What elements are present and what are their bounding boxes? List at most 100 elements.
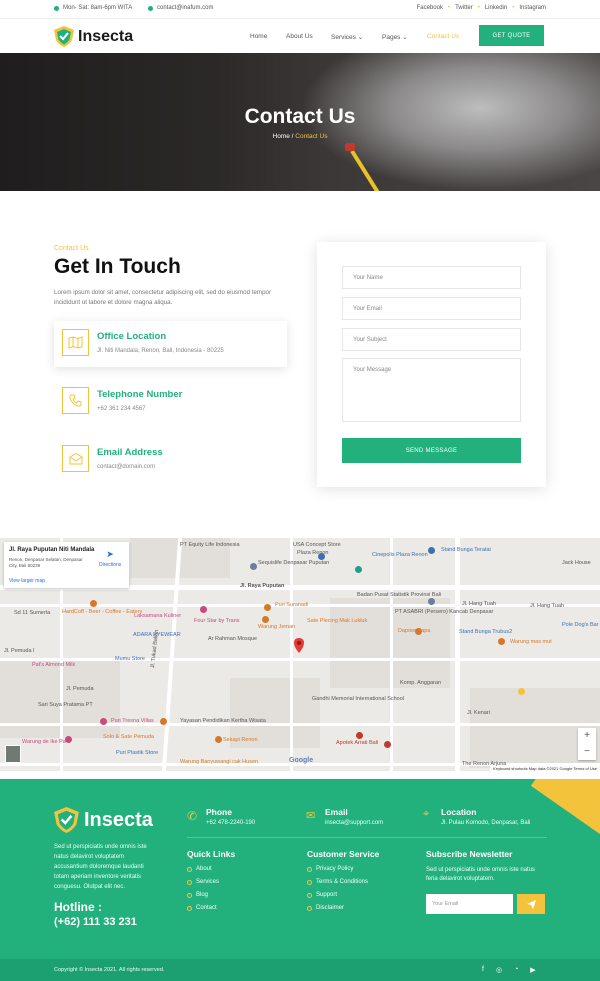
facebook-icon[interactable]: f	[482, 966, 484, 974]
hero-banner: Contact Us Home / Contact Us	[0, 53, 600, 191]
whatsapp-icon[interactable]: ◔	[514, 966, 518, 974]
map-label: Jl. Hang Tuah	[462, 601, 496, 607]
circle-bullet-icon	[307, 879, 312, 885]
zoom-in-button[interactable]: +	[578, 728, 596, 744]
privacy-policy-link[interactable]: Privacy Policy	[307, 866, 379, 872]
place-icon[interactable]	[100, 718, 107, 725]
footer-location-title: Location	[441, 807, 477, 817]
map-label: Jl. Kenari	[467, 710, 490, 716]
place-icon[interactable]	[498, 638, 505, 645]
quick-link-blog[interactable]: Blog	[187, 892, 235, 898]
circle-bullet-icon	[187, 892, 192, 898]
place-icon[interactable]	[262, 616, 269, 623]
logo[interactable]: Insecta	[54, 26, 133, 47]
zoom-out-button[interactable]: −	[578, 744, 596, 760]
disclaimer-link[interactable]: Disclaimer	[307, 905, 379, 911]
map-place-address: Renon, Denpasar Selatan, Denpasar City, …	[9, 557, 83, 568]
place-icon[interactable]	[215, 736, 222, 743]
facebook-link[interactable]: Facebook	[417, 5, 443, 11]
office-address: Jl. Niti Mandala, Renon, Bali, Indonesia…	[97, 348, 224, 354]
nav-home[interactable]: Home	[250, 33, 267, 40]
place-icon[interactable]	[264, 604, 271, 611]
place-icon[interactable]	[200, 606, 207, 613]
newsletter: Subscribe Newsletter Sed ut perspiciatis…	[426, 849, 546, 884]
nav-contact[interactable]: Contact Us	[427, 33, 459, 40]
email-input[interactable]: Your Email	[342, 297, 521, 320]
place-icon[interactable]	[415, 628, 422, 635]
place-icon[interactable]	[65, 736, 72, 743]
map-label: Mumu Store	[115, 656, 145, 662]
footer-email-address[interactable]: insecta@support.com	[325, 820, 383, 826]
place-icon[interactable]	[318, 553, 325, 560]
subject-input[interactable]: Your Subject	[342, 328, 521, 351]
location-marker-icon[interactable]	[294, 638, 304, 653]
quick-link-contact[interactable]: Contact	[187, 905, 235, 911]
circle-bullet-icon	[187, 879, 192, 885]
map-label: Komp. Anggaran	[400, 680, 441, 686]
get-quote-button[interactable]: GET QUOTE	[479, 25, 544, 46]
youtube-icon[interactable]: ▶	[530, 966, 535, 974]
footer-phone-number[interactable]: +62 478-2240-190	[206, 820, 255, 826]
place-icon[interactable]	[356, 732, 363, 739]
footer-social-icons: f ◎ ◔ ▶	[482, 966, 536, 974]
social-links: Facebook • Twitter • Linkedin • Instagram	[416, 5, 546, 11]
directions-icon[interactable]: ➤	[104, 548, 116, 560]
footer-logo[interactable]: Insecta	[54, 807, 153, 833]
send-message-button[interactable]: SEND MESSAGE	[342, 438, 521, 463]
google-map[interactable]: PT Equity Life Indonesia USA Concept Sto…	[0, 538, 600, 771]
telephone-card: Telephone Number +62 361 234 4567	[54, 379, 287, 425]
map-label: Stand Bunga Trubus2	[459, 629, 513, 635]
place-icon[interactable]	[250, 563, 257, 570]
instagram-link[interactable]: Instagram	[519, 5, 546, 11]
office-location-card: Office Location Jl. Niti Mandala, Renon,…	[54, 321, 287, 367]
hotline-number[interactable]: (+62) 111 33 231	[54, 916, 137, 928]
email-info[interactable]: contact@inafum.com	[148, 5, 213, 11]
telephone-number[interactable]: +62 361 234 4567	[97, 406, 146, 412]
newsletter-submit-button[interactable]	[517, 894, 545, 914]
place-icon[interactable]	[384, 741, 391, 748]
nav-services[interactable]: Services ⌄	[331, 33, 363, 41]
place-icon[interactable]	[428, 598, 435, 605]
map-label: Sequislife Denpasar Puputan	[258, 560, 330, 566]
nav-pages[interactable]: Pages ⌄	[382, 33, 408, 41]
phone-icon	[62, 387, 89, 414]
name-input[interactable]: Your Name	[342, 266, 521, 289]
chevron-down-icon: ⌄	[402, 34, 408, 41]
phone-icon: ✆	[187, 809, 198, 823]
main-nav: Insecta Home About Us Services ⌄ Pages ⌄…	[0, 18, 600, 53]
message-textarea[interactable]: Your Message	[342, 358, 521, 422]
footer-location-address: Jl. Pulau Komodo, Denpasar, Bali	[441, 820, 531, 826]
place-icon[interactable]	[90, 600, 97, 607]
place-icon[interactable]	[160, 718, 167, 725]
linkedin-link[interactable]: Linkedin	[485, 5, 507, 11]
page-title: Contact Us	[244, 105, 356, 128]
terms-link[interactable]: Terms & Conditions	[307, 879, 379, 885]
twitter-link[interactable]: Twitter	[455, 5, 473, 11]
map-satellite-thumbnail[interactable]	[5, 745, 21, 763]
support-link[interactable]: Support	[307, 892, 379, 898]
map-attribution[interactable]: Keyboard shortcuts Map data ©2021 Google…	[490, 766, 600, 771]
view-larger-map-link[interactable]: View larger map	[9, 578, 45, 584]
email-address[interactable]: contact@domain.com	[97, 464, 155, 470]
instagram-icon[interactable]: ◎	[496, 966, 502, 974]
map-icon	[62, 329, 89, 356]
footer-email: Email insecta@support.com	[325, 807, 383, 826]
brand-name: Insecta	[78, 27, 134, 45]
map-label: Jack House	[562, 560, 591, 566]
email-text[interactable]: contact@inafum.com	[157, 5, 213, 11]
directions-link[interactable]: Directions	[99, 562, 121, 568]
map-label: USA Concept Store	[293, 542, 341, 548]
quick-link-services[interactable]: Services	[187, 879, 235, 885]
map-label: Puri Plastik Store	[116, 750, 159, 756]
quick-link-about[interactable]: About	[187, 866, 235, 872]
map-label: Jl. Hang Tuah	[530, 603, 564, 609]
newsletter-email-input[interactable]: Your Email	[426, 894, 513, 914]
map-place-title: Jl. Raya Puputan Niti Mandala	[9, 547, 95, 553]
shield-logo-icon	[54, 807, 79, 833]
nav-about[interactable]: About Us	[286, 33, 313, 40]
place-icon[interactable]	[518, 688, 525, 695]
place-icon[interactable]	[428, 547, 435, 554]
place-icon[interactable]	[355, 566, 362, 573]
breadcrumb-home[interactable]: Home /	[273, 133, 294, 140]
customer-service-links: Customer Service Privacy Policy Terms & …	[307, 849, 379, 918]
